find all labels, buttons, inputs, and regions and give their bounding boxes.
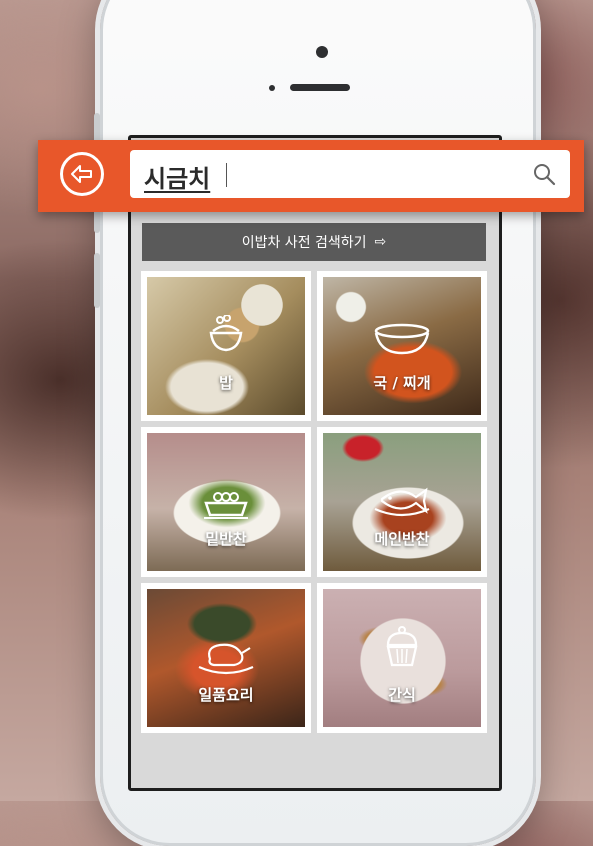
search-query-text: 시금치 (144, 165, 211, 193)
side-dish-photo: 밑반찬 (147, 433, 305, 571)
search-bar: 시금치 (38, 140, 584, 212)
main-dish-photo: 메인반찬 (323, 433, 481, 571)
front-camera (316, 46, 328, 58)
category-snack[interactable]: 간식 (317, 583, 487, 733)
category-label: 메인반찬 (374, 530, 430, 548)
fish-dish-icon (374, 487, 430, 517)
rice-bowl-icon (209, 315, 243, 352)
dictionary-search-label: 이밥차 사전 검색하기 (241, 235, 367, 251)
category-label: 밥 (219, 374, 233, 392)
search-icon[interactable] (532, 162, 556, 186)
category-label: 밑반찬 (205, 530, 247, 548)
category-label: 간식 (388, 686, 416, 704)
volume-down-button (94, 253, 100, 308)
app-screen: 이밥차 사전 검색하기 ⇨ 밥 국 / 찌개 밑반찬 메인반찬 일품요리 간식 (128, 135, 502, 791)
side-dish-icon (204, 492, 248, 519)
category-main-dish[interactable]: 메인반찬 (317, 427, 487, 577)
category-soup[interactable]: 국 / 찌개 (317, 271, 487, 421)
soup-bowl-icon (374, 323, 430, 355)
soup-photo: 국 / 찌개 (323, 277, 481, 415)
category-one-dish[interactable]: 일품요리 (141, 583, 311, 733)
chicken-dish-icon (198, 643, 254, 675)
proximity-sensor (269, 85, 275, 91)
category-rice[interactable]: 밥 (141, 271, 311, 421)
earpiece-speaker (290, 84, 350, 91)
back-button[interactable] (60, 152, 104, 196)
rice-photo: 밥 (147, 277, 305, 415)
arrow-right-icon: ⇨ (374, 234, 387, 250)
snack-photo: 간식 (323, 589, 481, 727)
category-label: 일품요리 (198, 686, 254, 704)
search-input[interactable]: 시금치 (130, 150, 570, 198)
dictionary-search-link[interactable]: 이밥차 사전 검색하기 ⇨ (142, 223, 486, 261)
one-dish-photo: 일품요리 (147, 589, 305, 727)
category-label: 국 / 찌개 (373, 374, 431, 392)
text-caret (226, 163, 227, 187)
cupcake-icon (386, 626, 418, 667)
category-side-dish[interactable]: 밑반찬 (141, 427, 311, 577)
back-arrow-icon (71, 165, 92, 183)
